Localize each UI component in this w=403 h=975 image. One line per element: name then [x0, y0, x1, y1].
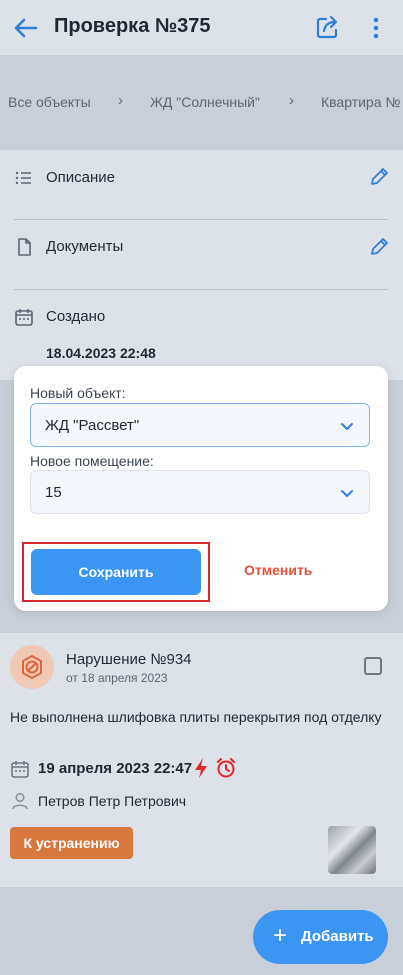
breadcrumb-item-apartment[interactable]: Квартира № — [321, 94, 400, 110]
list-icon — [15, 171, 31, 185]
prohibited-icon — [22, 655, 42, 679]
chevron-down-icon — [341, 490, 353, 497]
calendar-icon — [11, 761, 29, 778]
violation-deadline: 19 апреля 2023 22:47 — [38, 760, 193, 777]
more-vertical-icon[interactable] — [366, 14, 386, 42]
chevron-right-icon: › — [289, 92, 294, 109]
violation-card[interactable]: Нарушение №934 от 18 апреля 2023 Не выпо… — [0, 633, 403, 887]
pencil-icon[interactable] — [368, 166, 390, 188]
back-arrow-icon[interactable] — [12, 14, 40, 42]
created-label: Создано — [46, 308, 106, 325]
breadcrumb-item-all-objects[interactable]: Все объекты — [8, 94, 91, 110]
chevron-right-icon: › — [118, 92, 123, 109]
created-row: Создано 18.04.2023 22:48 — [0, 290, 403, 361]
violation-photo-thumbnail[interactable] — [328, 826, 376, 874]
documents-row[interactable]: Документы — [0, 220, 403, 288]
room-select[interactable]: 15 — [30, 470, 370, 514]
page-title: Проверка №375 — [54, 15, 211, 37]
user-icon — [12, 792, 28, 810]
breadcrumb-item-building[interactable]: ЖД "Солнечный" — [150, 94, 260, 110]
object-select-value: ЖД "Рассвет" — [45, 417, 140, 434]
add-button[interactable]: + Добавить — [253, 910, 388, 964]
documents-label: Документы — [46, 238, 124, 255]
status-badge: К устранению — [10, 827, 133, 859]
pencil-icon[interactable] — [368, 236, 390, 258]
inspection-info-card: Описание Документы Создано 18.04.2023 22… — [0, 150, 403, 380]
alarm-clock-icon — [217, 758, 235, 778]
cancel-button[interactable]: Отменить — [244, 562, 312, 578]
save-button-highlight: Сохранить — [22, 542, 210, 602]
violation-avatar — [10, 645, 54, 689]
chevron-down-icon — [341, 423, 353, 430]
object-select[interactable]: ЖД "Рассвет" — [30, 403, 370, 447]
violation-title: Нарушение №934 — [66, 651, 192, 668]
room-field-label: Новое помещение: — [30, 453, 154, 469]
document-icon — [18, 238, 31, 256]
room-select-value: 15 — [45, 484, 62, 501]
violation-description: Не выполнена шлифовка плиты перекрытия п… — [10, 709, 382, 725]
responsible-person: Петров Петр Петрович — [38, 793, 187, 809]
breadcrumb: Все объекты › ЖД "Солнечный" › Квартира … — [0, 86, 403, 120]
calendar-icon — [15, 309, 33, 326]
violation-date: от 18 апреля 2023 — [66, 671, 168, 685]
violation-checkbox[interactable] — [364, 657, 382, 675]
move-dialog: Новый объект: ЖД "Рассвет" Новое помещен… — [14, 366, 388, 611]
object-field-label: Новый объект: — [30, 385, 126, 401]
share-icon[interactable] — [314, 13, 342, 41]
add-button-label: Добавить — [301, 928, 374, 945]
lightning-icon — [195, 758, 207, 778]
created-date: 18.04.2023 22:48 — [46, 345, 156, 361]
save-button[interactable]: Сохранить — [31, 549, 201, 595]
description-row[interactable]: Описание — [0, 150, 403, 218]
plus-icon: + — [273, 922, 288, 949]
description-label: Описание — [46, 169, 116, 186]
app-header: Проверка №375 — [0, 0, 403, 55]
